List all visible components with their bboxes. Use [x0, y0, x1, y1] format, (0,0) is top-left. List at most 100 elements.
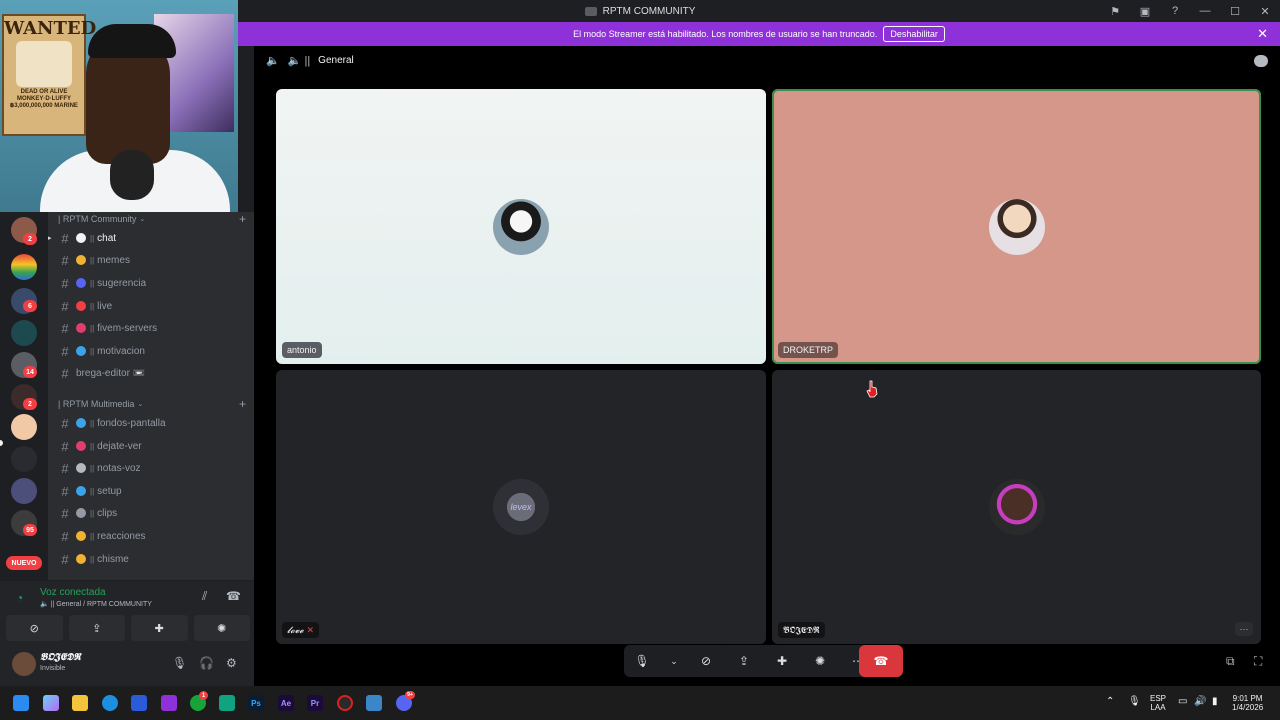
server-icon: [584, 6, 597, 16]
streamer-mode-banner: El modo Streamer está habilitado. Los no…: [238, 22, 1280, 46]
chevron-down-icon: ⌄: [139, 216, 146, 223]
volume-icon[interactable]: 🔊: [1194, 696, 1206, 707]
photos-icon[interactable]: [366, 695, 382, 711]
language-layout: LAA: [1150, 703, 1166, 712]
category-header[interactable]: | RPTM Community ⌄ +: [58, 212, 246, 226]
hash-icon: #: [61, 298, 69, 314]
microphone-icon[interactable]: 🎙: [630, 649, 654, 673]
voice-location[interactable]: 🔈 || General / RPTM COMMUNITY: [40, 600, 152, 608]
clock[interactable]: 9:01 PM 1/4/2026: [1232, 694, 1263, 712]
battery-icon[interactable]: ▮: [1212, 696, 1218, 707]
popout-icon[interactable]: ⧉: [1226, 654, 1235, 669]
channel-emoji-icon: [76, 441, 86, 451]
soundboard-button[interactable]: ✺: [193, 615, 250, 641]
inbox-icon[interactable]: ▣: [1130, 0, 1160, 22]
voice-location-text: General / RPTM COMMUNITY: [56, 601, 152, 608]
server-avatar[interactable]: [11, 320, 37, 346]
channel-item[interactable]: # || notas-voz: [56, 458, 246, 478]
server-avatar[interactable]: [11, 414, 37, 440]
user-panel: 𝕭𝕺𝕵𝕰𝕯𝕽 Invisible 🎙 🎧 ⚙: [0, 644, 254, 686]
microphone-icon[interactable]: 🎙: [1128, 696, 1141, 707]
activities-icon[interactable]: ✚: [770, 649, 794, 673]
server-avatar[interactable]: [11, 446, 37, 472]
chat-bubble-icon[interactable]: [1254, 55, 1268, 67]
unread-pip: [0, 440, 3, 446]
screen-share-button[interactable]: ⇪: [68, 615, 125, 641]
separator-icon: ||: [90, 531, 95, 541]
soundboard-icon[interactable]: ✺: [808, 649, 832, 673]
photoshop-icon[interactable]: Ps: [248, 695, 264, 711]
store-icon[interactable]: [131, 695, 147, 711]
input-language[interactable]: ESP LAA: [1150, 694, 1166, 712]
minimize-button[interactable]: —: [1190, 0, 1220, 22]
avatar[interactable]: [12, 652, 36, 676]
channel-item[interactable]: # || setup: [56, 481, 246, 501]
channel-item[interactable]: # || clips: [56, 503, 246, 523]
file-explorer-icon[interactable]: [72, 695, 88, 711]
settings-gear-icon[interactable]: ⚙: [226, 656, 237, 670]
display-icon[interactable]: ▭: [1178, 696, 1187, 707]
participant-tile[interactable]: 𝕭𝕺𝕵𝕰𝕯𝕽 ···: [772, 370, 1261, 644]
hash-icon: #: [61, 275, 69, 291]
channel-item[interactable]: # || fivem-servers: [56, 318, 246, 338]
windows-start-icon[interactable]: [13, 695, 29, 711]
channel-item[interactable]: # || chisme: [56, 549, 246, 569]
copilot-icon[interactable]: [43, 695, 59, 711]
separator-icon: ||: [90, 301, 95, 311]
hash-icon: #: [61, 252, 69, 268]
headphones-icon[interactable]: 🎧: [199, 656, 214, 670]
activities-button[interactable]: ✚: [131, 615, 188, 641]
hash-icon: #: [61, 460, 69, 476]
channel-item[interactable]: # || live: [56, 296, 246, 316]
camera-off-icon[interactable]: ⊘: [694, 649, 718, 673]
channel-item[interactable]: # || reacciones: [56, 526, 246, 546]
chatgpt-icon[interactable]: [219, 695, 235, 711]
new-badge: NUEVO: [6, 556, 42, 570]
server-avatar[interactable]: [11, 254, 37, 280]
add-channel-icon[interactable]: +: [239, 397, 246, 411]
disable-streamer-button[interactable]: Deshabilitar: [883, 26, 945, 42]
participant-name-text: 𝓵𝓸𝓿𝓮: [287, 624, 304, 635]
edge-icon[interactable]: [102, 695, 118, 711]
instagram-icon[interactable]: [161, 695, 177, 711]
chevron-up-icon[interactable]: ⌃: [1106, 696, 1114, 707]
channel-label: clips: [97, 507, 118, 519]
help-icon[interactable]: ?: [1160, 0, 1190, 22]
obs-icon[interactable]: [337, 695, 353, 711]
participant-tile[interactable]: antonio: [276, 89, 766, 364]
channel-item[interactable]: ▸ # || chat: [48, 228, 246, 248]
participant-tile[interactable]: levex 𝓵𝓸𝓿𝓮 ✕: [276, 370, 766, 644]
channel-item[interactable]: # brega-editor 📼: [56, 363, 246, 383]
channel-emoji-icon: [76, 418, 86, 428]
camera-off-button[interactable]: ⊘: [6, 615, 63, 641]
close-window-button[interactable]: ✕: [1250, 0, 1280, 22]
channel-item[interactable]: # || sugerencia: [56, 273, 246, 293]
more-options-button[interactable]: ···: [1235, 622, 1253, 636]
disconnect-button[interactable]: ☎: [859, 645, 903, 677]
fullscreen-icon[interactable]: ⛶: [1254, 654, 1262, 669]
xbox-badge: 1: [199, 691, 208, 700]
category-header[interactable]: | RPTM Multimedia ⌄ +: [58, 397, 246, 411]
channel-emoji-icon: [76, 486, 86, 496]
disconnect-icon[interactable]: ☎: [226, 589, 241, 603]
channel-label: setup: [97, 485, 122, 497]
flag-icon[interactable]: ⚑: [1100, 0, 1130, 22]
channel-item[interactable]: # || fondos-pantalla: [56, 413, 246, 433]
username[interactable]: 𝕭𝕺𝕵𝕰𝕯𝕽: [40, 652, 81, 663]
maximize-button[interactable]: ☐: [1220, 0, 1250, 22]
channel-item[interactable]: # || motivacion: [56, 341, 246, 361]
noise-suppression-icon[interactable]: ⫽: [202, 589, 207, 604]
screen-share-icon[interactable]: ⇪: [732, 649, 756, 673]
server-avatar[interactable]: [11, 478, 37, 504]
channel-item[interactable]: # || memes: [56, 250, 246, 270]
chevron-down-icon[interactable]: ⌄: [662, 649, 686, 673]
after-effects-icon[interactable]: Ae: [278, 695, 294, 711]
participant-tile[interactable]: DROKETRP: [772, 89, 1261, 364]
voice-status-text[interactable]: Voz conectada: [40, 587, 106, 598]
microphone-icon[interactable]: 🎙: [172, 656, 187, 670]
signal-icon[interactable]: ◔: [16, 591, 23, 605]
banner-close-icon[interactable]: ✕: [1257, 26, 1268, 42]
premiere-icon[interactable]: Pr: [307, 695, 323, 711]
add-channel-icon[interactable]: +: [239, 212, 246, 226]
channel-item[interactable]: # || dejate-ver: [56, 436, 246, 456]
